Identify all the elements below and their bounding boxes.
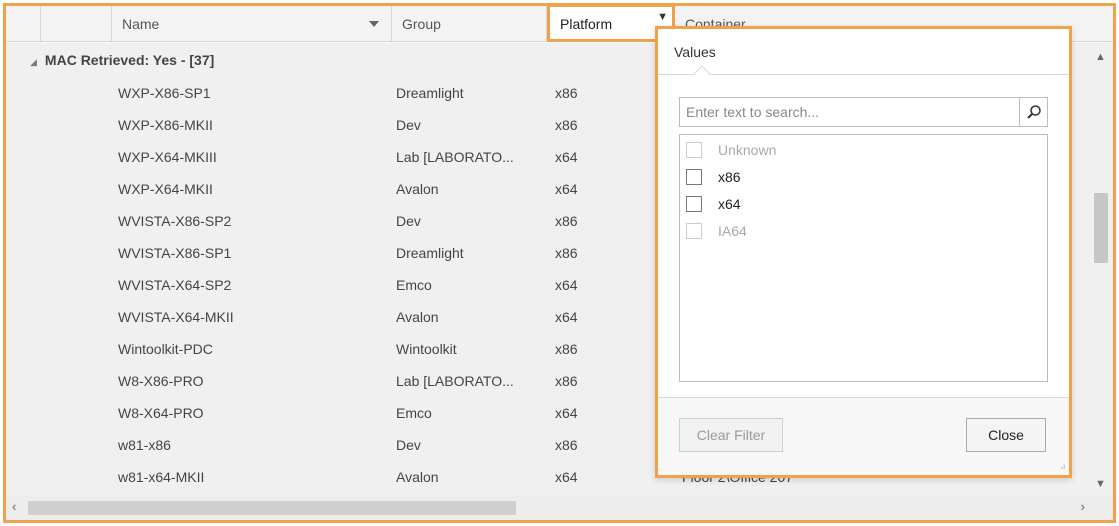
group-row-label: MAC Retrieved: Yes - [37] xyxy=(44,52,215,68)
cell-platform: x64 xyxy=(555,309,578,325)
cell-group: Dreamlight xyxy=(396,85,464,101)
filter-option: IA64 xyxy=(686,218,1026,244)
scroll-right-icon[interactable]: › xyxy=(1081,499,1085,514)
cell-platform: x86 xyxy=(555,437,578,453)
cell-group: Dev xyxy=(396,213,421,229)
header-select-cell[interactable] xyxy=(6,6,41,42)
horizontal-scrollbar[interactable]: ‹ › xyxy=(6,496,1113,520)
cell-platform: x64 xyxy=(555,277,578,293)
header-icon-cell[interactable] xyxy=(41,6,112,42)
column-header-group[interactable]: Group xyxy=(392,6,547,42)
cell-platform: x86 xyxy=(555,373,578,389)
cell-group: Avalon xyxy=(396,181,439,197)
cell-name: WXP-X86-SP1 xyxy=(118,85,211,101)
cell-name: WXP-X64-MKII xyxy=(118,181,213,197)
cell-name: WVISTA-X64-MKII xyxy=(118,309,234,325)
cell-group: Avalon xyxy=(396,469,439,485)
column-header-platform-label: Platform xyxy=(560,16,613,32)
checkbox[interactable] xyxy=(686,169,702,185)
filter-popup-title: Values xyxy=(658,29,1069,75)
cell-platform: x64 xyxy=(555,469,578,485)
scroll-left-icon[interactable]: ‹ xyxy=(12,499,16,514)
cell-name: Wintoolkit-PDC xyxy=(118,341,213,357)
cell-name: w81-x64-MKII xyxy=(118,469,205,485)
filter-values-list[interactable]: Unknown x86 x64 IA64 xyxy=(679,134,1048,382)
cell-platform: x86 xyxy=(555,245,578,261)
cell-group: Lab [LABORATO... xyxy=(396,149,514,165)
collapse-triangle-icon[interactable]: ◢ xyxy=(30,57,37,67)
filter-popup: Values Unknown x86 x64 IA64 Clear Filter Cl… xyxy=(655,26,1072,478)
filter-search-box[interactable] xyxy=(679,97,1048,127)
cell-name: W8-X64-PRO xyxy=(118,405,204,421)
filter-option-label: Unknown xyxy=(718,142,777,158)
checkbox xyxy=(686,223,702,239)
close-button[interactable]: Close xyxy=(966,418,1046,452)
clear-filter-button[interactable]: Clear Filter xyxy=(679,418,783,452)
cell-name: WVISTA-X64-SP2 xyxy=(118,277,232,293)
checkbox[interactable] xyxy=(686,196,702,212)
resize-grip-icon[interactable]: ⠴ xyxy=(1060,462,1066,471)
filter-icon[interactable]: ▼ xyxy=(657,11,668,23)
cell-platform: x86 xyxy=(555,85,578,101)
filter-option-label: x64 xyxy=(718,196,741,212)
cell-platform: x86 xyxy=(555,341,578,357)
filter-option-label: x86 xyxy=(718,169,741,185)
filter-option[interactable]: x86 xyxy=(686,164,1026,190)
cell-platform: x64 xyxy=(555,149,578,165)
cell-group: Dev xyxy=(396,117,421,133)
cell-group: Emco xyxy=(396,277,432,293)
column-header-name[interactable]: Name xyxy=(112,6,392,42)
vertical-scrollbar[interactable]: ▲ ▼ xyxy=(1089,43,1113,498)
sort-desc-icon[interactable] xyxy=(369,21,379,27)
filter-option: Unknown xyxy=(686,137,1026,163)
filter-popup-footer: Clear Filter Close ⠴ xyxy=(658,397,1069,475)
scroll-up-icon[interactable]: ▲ xyxy=(1095,51,1106,63)
vertical-scroll-thumb[interactable] xyxy=(1094,193,1108,263)
cell-name: WXP-X64-MKIII xyxy=(118,149,217,165)
cell-name: W8-X86-PRO xyxy=(118,373,204,389)
horizontal-scroll-thumb[interactable] xyxy=(28,501,516,515)
cell-platform: x86 xyxy=(555,213,578,229)
scroll-down-icon[interactable]: ▼ xyxy=(1095,478,1106,490)
column-header-group-label: Group xyxy=(402,16,441,32)
cell-group: Dreamlight xyxy=(396,245,464,261)
cell-group: Dev xyxy=(396,437,421,453)
cell-platform: x86 xyxy=(555,117,578,133)
search-icon xyxy=(1027,105,1041,119)
cell-group: Emco xyxy=(396,405,432,421)
cell-platform: x64 xyxy=(555,405,578,421)
search-button[interactable] xyxy=(1019,98,1047,126)
column-header-name-label: Name xyxy=(122,16,160,32)
cell-name: WVISTA-X86-SP2 xyxy=(118,213,232,229)
cell-group: Avalon xyxy=(396,309,439,325)
checkbox xyxy=(686,142,702,158)
cell-group: Wintoolkit xyxy=(396,341,457,357)
cell-platform: x64 xyxy=(555,181,578,197)
filter-search-input[interactable] xyxy=(680,98,1019,126)
cell-group: Lab [LABORATO... xyxy=(396,373,514,389)
filter-option-label: IA64 xyxy=(718,223,747,239)
cell-name: WVISTA-X86-SP1 xyxy=(118,245,232,261)
cell-name: w81-x86 xyxy=(118,437,171,453)
filter-option[interactable]: x64 xyxy=(686,191,1026,217)
cell-name: WXP-X86-MKII xyxy=(118,117,213,133)
